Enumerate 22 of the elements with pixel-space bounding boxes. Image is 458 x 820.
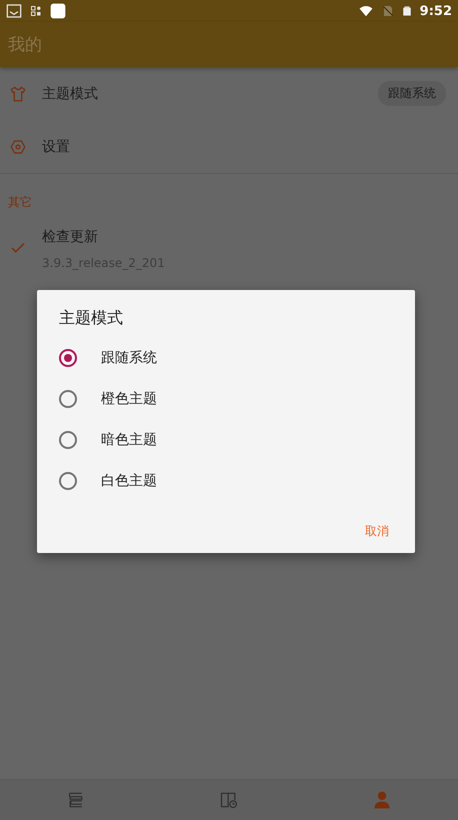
- app-icon: [50, 3, 66, 19]
- option-label[interactable]: 跟随系统: [101, 348, 157, 366]
- radio-button[interactable]: [59, 390, 77, 408]
- settings-icon: [9, 138, 27, 156]
- inbox-icon: [6, 3, 22, 19]
- option-label[interactable]: 橙色主题: [101, 390, 157, 408]
- grid-icon: [30, 5, 42, 17]
- book-clock-icon: [219, 790, 239, 810]
- radio-button[interactable]: [59, 430, 77, 448]
- shirt-icon: [9, 84, 27, 102]
- radio-button[interactable]: [59, 348, 77, 366]
- setting-value: 跟随系统: [378, 81, 446, 106]
- page-title: 我的: [8, 34, 42, 56]
- no-sim-icon: [382, 4, 394, 18]
- section-title: 其它: [7, 194, 33, 211]
- option-label[interactable]: 白色主题: [101, 472, 157, 490]
- wifi-icon: [358, 4, 374, 18]
- person-icon: [372, 790, 392, 810]
- status-time: 9:52: [420, 4, 452, 18]
- radio-button[interactable]: [59, 472, 77, 490]
- dialog-title: 主题模式: [59, 308, 124, 329]
- option-label[interactable]: 暗色主题: [101, 430, 157, 448]
